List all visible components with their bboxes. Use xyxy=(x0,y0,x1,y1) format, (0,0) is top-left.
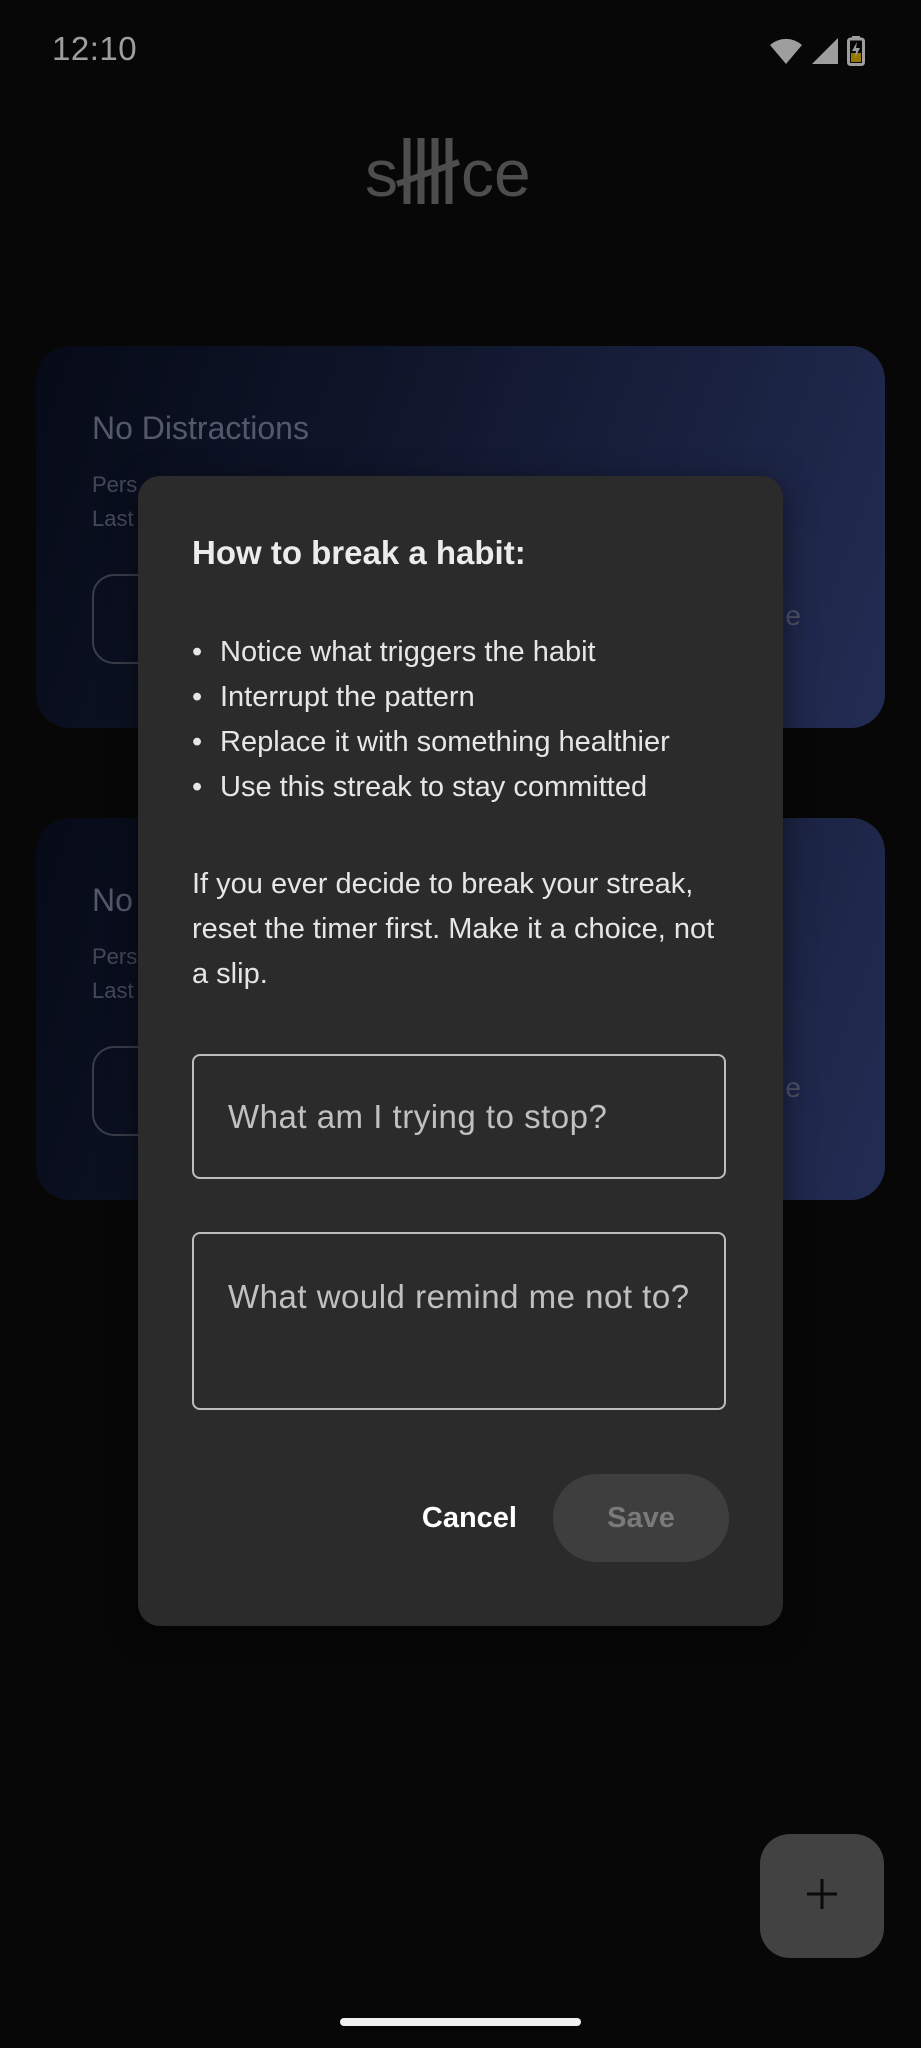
reminder-field[interactable]: What would remind me not to? xyxy=(192,1232,726,1410)
screen: 12:10 s ce No Distractions Pers Last e N… xyxy=(0,0,921,2048)
habit-name-field[interactable]: What am I trying to stop? xyxy=(192,1054,726,1179)
dialog-title: How to break a habit: xyxy=(192,534,526,571)
bullet-icon: • xyxy=(192,771,203,803)
list-item-text: Use this streak to stay committed xyxy=(220,771,648,803)
list-item-text: Notice what triggers the habit xyxy=(220,636,596,668)
list-item: • Use this streak to stay committed xyxy=(192,765,670,810)
add-habit-dialog: How to break a habit: • Notice what trigg… xyxy=(138,476,783,1626)
list-item-text: Replace it with something healthier xyxy=(220,726,670,758)
gesture-nav-handle[interactable] xyxy=(340,2018,581,2026)
bullet-icon: • xyxy=(192,726,203,758)
dialog-actions: Cancel Save xyxy=(422,1474,729,1562)
save-button[interactable]: Save xyxy=(553,1474,729,1562)
reminder-placeholder: What would remind me not to? xyxy=(228,1278,690,1315)
dialog-description: If you ever decide to break your streak,… xyxy=(192,868,715,990)
habit-name-placeholder: What am I trying to stop? xyxy=(228,1098,608,1135)
cancel-button[interactable]: Cancel xyxy=(422,1474,517,1562)
list-item: • Replace it with something healthier xyxy=(192,720,670,765)
list-item-text: Interrupt the pattern xyxy=(220,681,475,713)
list-item: • Interrupt the pattern xyxy=(192,675,670,720)
tips-list: • Notice what triggers the habit • Interru… xyxy=(192,630,670,810)
list-item: • Notice what triggers the habit xyxy=(192,630,670,675)
bullet-icon: • xyxy=(192,636,203,668)
bullet-icon: • xyxy=(192,681,203,713)
